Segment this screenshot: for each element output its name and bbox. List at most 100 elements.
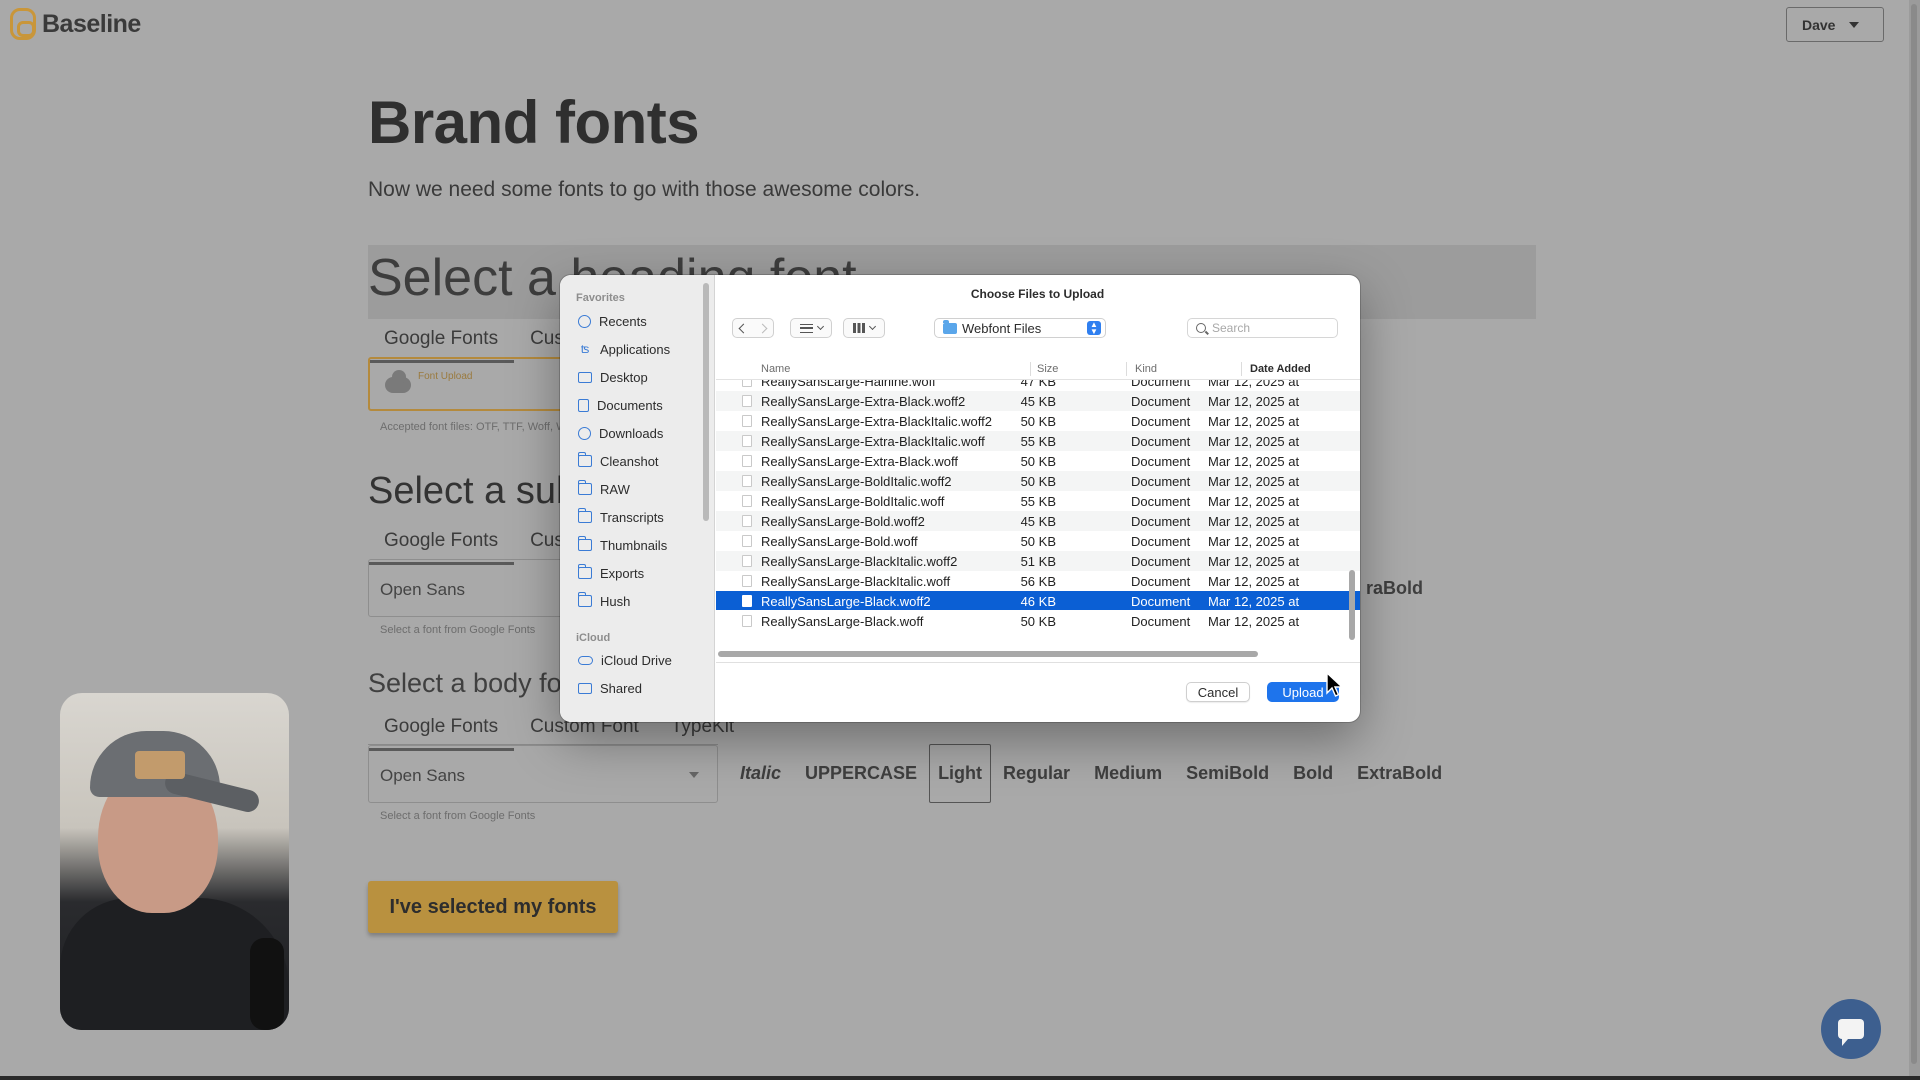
folder-icon: [577, 592, 592, 607]
file-date: Mar 12, 2025 at: [1208, 594, 1300, 609]
search-field[interactable]: Search: [1187, 318, 1338, 338]
sidebar-item-cleanshot[interactable]: Cleanshot: [577, 451, 659, 471]
file-list-vertical-scrollbar[interactable]: [1349, 570, 1355, 640]
sidebar-scrollbar[interactable]: [703, 283, 709, 521]
subheading-font-select[interactable]: Open Sans: [368, 559, 568, 617]
page-scrollbar-thumb[interactable]: [1911, 4, 1917, 1064]
file-size: 50 KB: [1020, 414, 1056, 429]
table-row[interactable]: ReallySansLarge-BoldItalic.woff2 50 KB D…: [716, 471, 1360, 491]
table-row[interactable]: ReallySansLarge-BlackItalic.woff 56 KB D…: [716, 571, 1360, 591]
list-view-button[interactable]: [790, 318, 832, 338]
column-divider[interactable]: [1126, 362, 1127, 376]
back-forward-buttons: [732, 318, 774, 338]
sidebar-item-transcripts[interactable]: Transcripts: [577, 507, 664, 527]
baseline-logo[interactable]: Baseline: [10, 8, 141, 40]
sidebar-item-label: Applications: [600, 341, 671, 357]
sidebar-item-documents[interactable]: Documents: [578, 395, 663, 415]
folder-icon: [577, 480, 592, 495]
sidebar-item-label: Exports: [600, 565, 645, 581]
column-header-kind[interactable]: Kind: [1135, 359, 1157, 379]
cloud-upload-icon: [385, 370, 411, 393]
user-menu-button[interactable]: Dave: [1786, 7, 1884, 42]
folder-icon: [577, 564, 592, 579]
file-name: ReallySansLarge-Black.woff2: [761, 594, 931, 609]
body-font-hint: Select a font from Google Fonts: [380, 810, 536, 822]
sidebar-item-exports[interactable]: Exports: [577, 563, 645, 583]
sidebar-item-label: iCloud Drive: [601, 652, 672, 668]
column-header-size[interactable]: Size: [1037, 359, 1058, 379]
file-size: 47 KB: [1020, 380, 1056, 389]
sidebar-item-hush[interactable]: Hush: [577, 591, 630, 611]
sidebar-item-icloud-drive[interactable]: iCloud Drive: [578, 650, 672, 670]
document-icon: [742, 395, 752, 407]
file-kind: Document: [1131, 534, 1191, 549]
column-divider[interactable]: [1030, 362, 1031, 376]
file-date: Mar 12, 2025 at: [1208, 534, 1300, 549]
file-kind: Document: [1131, 574, 1191, 589]
table-row[interactable]: ReallySansLarge-Extra-Black.woff2 45 KB …: [716, 391, 1360, 411]
sidebar-item-applications[interactable]: ʦ Applications: [578, 339, 670, 359]
body-font-select[interactable]: Open Sans: [368, 745, 718, 803]
chevron-left-icon[interactable]: [738, 323, 749, 333]
file-list-horizontal-scrollbar[interactable]: [718, 651, 1258, 657]
sidebar-item-raw[interactable]: RAW: [577, 479, 630, 499]
sidebar-item-label: Transcripts: [600, 509, 664, 525]
table-row[interactable]: ReallySansLarge-Extra-Black.woff 50 KB D…: [716, 451, 1360, 471]
table-row[interactable]: ReallySansLarge-BoldItalic.woff 55 KB Do…: [716, 491, 1360, 511]
file-name: ReallySansLarge-Extra-Black.woff2: [761, 394, 966, 409]
folder-path-popup[interactable]: Webfont Files ▲ ▼: [934, 318, 1106, 338]
body-section-title: Select a body font: [368, 668, 585, 698]
table-row[interactable]: ReallySansLarge-Extra-BlackItalic.woff 5…: [716, 431, 1360, 451]
desktop-icon: [578, 371, 592, 383]
weight-extrabold-partial[interactable]: raBold: [1366, 578, 1423, 599]
file-kind: Document: [1131, 380, 1191, 389]
document-icon: [742, 415, 752, 427]
file-kind: Document: [1131, 494, 1191, 509]
table-row[interactable]: ReallySansLarge-Bold.woff 50 KB Document…: [716, 531, 1360, 551]
table-row-selected[interactable]: ReallySansLarge-Black.woff2 46 KB Docume…: [716, 591, 1360, 610]
grid-view-button[interactable]: [843, 318, 885, 338]
weight-extrabold[interactable]: ExtraBold: [1345, 763, 1454, 784]
search-placeholder: Search: [1212, 321, 1251, 335]
file-date: Mar 12, 2025 at: [1208, 380, 1300, 389]
table-row[interactable]: ReallySansLarge-Hairline.woff 47 KB Docu…: [716, 380, 1360, 391]
sidebar-item-label: Shared: [600, 680, 642, 696]
sidebar-item-downloads[interactable]: Downloads: [578, 423, 663, 443]
document-icon: [742, 595, 752, 607]
grid-view-icon: [853, 323, 865, 333]
sidebar-item-thumbnails[interactable]: Thumbnails: [577, 535, 668, 555]
weight-italic[interactable]: Italic: [728, 763, 793, 784]
column-header-date-added[interactable]: Date Added: [1250, 359, 1311, 379]
weight-regular[interactable]: Regular: [991, 763, 1082, 784]
folder-icon: [577, 536, 592, 551]
file-size: 50 KB: [1020, 454, 1056, 469]
page-title: Brand fonts: [368, 89, 700, 156]
sidebar-item-label: Thumbnails: [600, 537, 668, 553]
cloud-icon: [578, 655, 593, 665]
table-row[interactable]: ReallySansLarge-BlackItalic.woff2 51 KB …: [716, 551, 1360, 571]
document-icon: [742, 380, 752, 387]
column-header-name[interactable]: Name: [761, 359, 790, 379]
weight-bold[interactable]: Bold: [1281, 763, 1345, 784]
chat-widget-button[interactable]: [1821, 999, 1881, 1059]
weight-light-selected[interactable]: Light: [929, 743, 992, 803]
sidebar-item-shared[interactable]: Shared: [578, 678, 642, 698]
selected-fonts-button[interactable]: I've selected my fonts: [368, 881, 618, 933]
table-row[interactable]: ReallySansLarge-Extra-BlackItalic.woff2 …: [716, 411, 1360, 431]
weight-uppercase[interactable]: UPPERCASE: [793, 763, 929, 784]
footer-divider: [716, 662, 1360, 663]
sidebar-item-desktop[interactable]: Desktop: [578, 367, 648, 387]
sidebar-item-recents[interactable]: Recents: [578, 311, 647, 331]
column-divider[interactable]: [1241, 362, 1242, 376]
cancel-button[interactable]: Cancel: [1186, 682, 1250, 702]
up-down-stepper-icon: ▲ ▼: [1087, 321, 1101, 336]
weight-semibold[interactable]: SemiBold: [1174, 763, 1281, 784]
file-size: 55 KB: [1020, 494, 1056, 509]
table-row[interactable]: ReallySansLarge-Bold.woff2 45 KB Documen…: [716, 511, 1360, 531]
font-upload-dropzone[interactable]: Font Upload: [368, 357, 568, 411]
table-row[interactable]: ReallySansLarge-Black.woff 50 KB Documen…: [716, 611, 1360, 631]
file-size: 50 KB: [1020, 534, 1056, 549]
weight-medium[interactable]: Medium: [1082, 763, 1174, 784]
chevron-right-icon[interactable]: [757, 323, 768, 333]
webcam-cap-patch-shape: [135, 751, 185, 779]
